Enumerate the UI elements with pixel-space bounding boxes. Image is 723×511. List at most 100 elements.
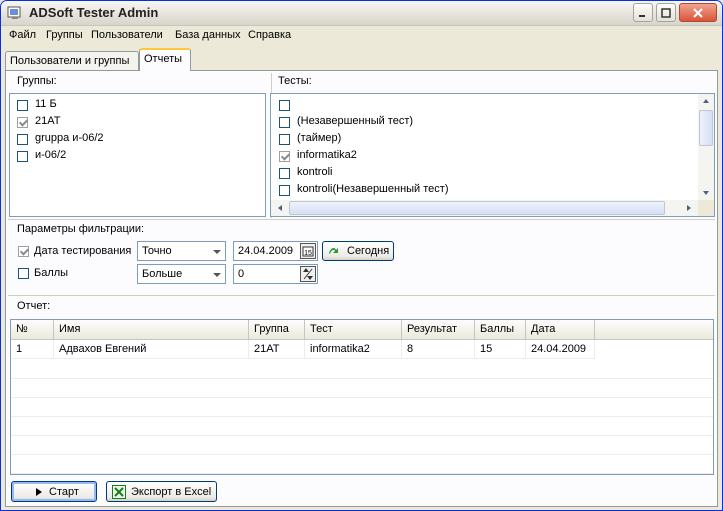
close-button[interactable] bbox=[679, 3, 717, 22]
group-label-1: 21АТ bbox=[35, 115, 61, 127]
group-label-0: 11 Б bbox=[35, 98, 57, 110]
test-label-1: (Незавершенный тест) bbox=[297, 115, 414, 127]
table-cell-test[interactable]: informatika2 bbox=[305, 340, 402, 359]
divider bbox=[8, 219, 715, 220]
test-checkbox-3[interactable] bbox=[279, 151, 290, 162]
table-cell-group[interactable]: 21АТ bbox=[249, 340, 305, 359]
grid-line bbox=[11, 473, 713, 474]
groups-list[interactable]: 11 Б 21АТ gruppa и-06/2 и-06/2 bbox=[9, 93, 266, 217]
filter-title: Параметры фильтрации: bbox=[17, 223, 145, 235]
column-header-date[interactable]: Дата bbox=[526, 320, 595, 339]
test-label-5: kontroli(Незавершенный тест) bbox=[297, 183, 449, 195]
table-cell-score[interactable]: 15 bbox=[475, 340, 526, 359]
grid-line bbox=[11, 435, 713, 436]
report-table-header: № Имя Группа Тест Результат Баллы Дата bbox=[11, 320, 713, 340]
table-cell-result[interactable]: 8 bbox=[402, 340, 475, 359]
start-button[interactable]: Старт bbox=[11, 481, 97, 502]
test-label-4: kontroli bbox=[297, 166, 333, 178]
test-label-3: informatika2 bbox=[297, 149, 357, 161]
date-filter-checkbox[interactable] bbox=[18, 246, 29, 257]
tests-title: Тесты: bbox=[278, 75, 312, 87]
report-title: Отчет: bbox=[17, 300, 51, 312]
score-input[interactable]: 0 bbox=[233, 264, 318, 284]
tests-list[interactable]: (Незавершенный тест) (таймер) informatik… bbox=[270, 93, 715, 217]
export-excel-label: Экспорт в Excel bbox=[131, 486, 212, 498]
play-icon bbox=[36, 488, 42, 496]
chevron-down-icon bbox=[213, 250, 221, 254]
scroll-down-icon[interactable] bbox=[698, 186, 714, 200]
score-filter-checkbox[interactable] bbox=[18, 268, 29, 279]
window-title: ADSoft Tester Admin bbox=[29, 5, 159, 20]
date-input[interactable]: 24.04.2009 15 bbox=[233, 241, 318, 261]
test-label-2: (таймер) bbox=[297, 132, 342, 144]
tab-users-groups[interactable]: Пользователи и группы bbox=[5, 51, 139, 70]
maximize-button[interactable] bbox=[656, 3, 676, 22]
column-header-number[interactable]: № bbox=[11, 320, 54, 339]
date-mode-select[interactable]: Точно bbox=[137, 241, 226, 261]
group-checkbox-1[interactable] bbox=[17, 117, 28, 128]
score-filter-label: Баллы bbox=[34, 267, 69, 279]
scroll-right-icon[interactable] bbox=[680, 200, 696, 216]
tests-vscroll-thumb[interactable] bbox=[699, 110, 713, 146]
test-checkbox-5[interactable] bbox=[279, 185, 290, 196]
score-mode-select[interactable]: Больше bbox=[137, 264, 226, 284]
column-header-group[interactable]: Группа bbox=[249, 320, 305, 339]
column-header-result[interactable]: Результат bbox=[402, 320, 475, 339]
test-checkbox-4[interactable] bbox=[279, 168, 290, 179]
group-checkbox-0[interactable] bbox=[17, 100, 28, 111]
maximize-icon bbox=[661, 8, 671, 18]
chevron-down-icon bbox=[213, 273, 221, 277]
group-label-2: gruppa и-06/2 bbox=[35, 132, 104, 144]
table-cell-number[interactable]: 1 bbox=[11, 340, 54, 359]
menu-file[interactable]: Файл bbox=[9, 29, 36, 41]
report-table[interactable]: № Имя Группа Тест Результат Баллы Дата 1… bbox=[10, 319, 714, 475]
column-header-test[interactable]: Тест bbox=[305, 320, 402, 339]
tests-hscrollbar[interactable] bbox=[271, 200, 698, 216]
svg-text:15: 15 bbox=[304, 250, 312, 257]
grid-line bbox=[11, 416, 713, 417]
app-window: ADSoft Tester Admin Файл Группы Пользова… bbox=[0, 0, 723, 511]
export-excel-button[interactable]: Экспорт в Excel bbox=[106, 481, 217, 502]
minimize-icon bbox=[639, 15, 645, 17]
start-button-label: Старт bbox=[49, 486, 79, 498]
menu-groups[interactable]: Группы bbox=[46, 29, 83, 41]
tests-vscrollbar[interactable] bbox=[698, 94, 714, 200]
tab-reports[interactable]: Отчеты bbox=[139, 48, 191, 71]
table-cell-date[interactable]: 24.04.2009 bbox=[526, 340, 595, 359]
menu-help[interactable]: Справка bbox=[248, 29, 291, 41]
title-bar[interactable]: ADSoft Tester Admin bbox=[1, 1, 722, 26]
group-label-3: и-06/2 bbox=[35, 149, 67, 161]
refresh-icon bbox=[329, 248, 338, 254]
group-checkbox-3[interactable] bbox=[17, 151, 28, 162]
tests-hscroll-thumb[interactable] bbox=[289, 201, 665, 215]
date-value: 24.04.2009 bbox=[238, 245, 294, 257]
test-checkbox-0[interactable] bbox=[279, 100, 290, 111]
score-value: 0 bbox=[238, 268, 245, 280]
table-cell-name[interactable]: Адвахов Евгений bbox=[54, 340, 249, 359]
app-icon bbox=[7, 6, 21, 19]
close-icon bbox=[693, 8, 703, 18]
groups-title: Группы: bbox=[17, 75, 57, 87]
tab-strip: Пользователи и группы Отчеты bbox=[5, 48, 720, 71]
test-checkbox-1[interactable] bbox=[279, 117, 290, 128]
column-header-name[interactable]: Имя bbox=[54, 320, 249, 339]
group-checkbox-2[interactable] bbox=[17, 134, 28, 145]
menu-users[interactable]: Пользователи bbox=[91, 29, 163, 41]
test-checkbox-2[interactable] bbox=[279, 134, 290, 145]
date-mode-value: Точно bbox=[142, 245, 172, 257]
today-button[interactable]: Сегодня bbox=[322, 241, 394, 261]
scroll-up-icon[interactable] bbox=[698, 94, 714, 108]
grid-line bbox=[11, 378, 713, 379]
excel-icon bbox=[112, 485, 126, 499]
column-header-score[interactable]: Баллы bbox=[475, 320, 526, 339]
date-filter-label: Дата тестирования bbox=[34, 245, 132, 257]
grid-line bbox=[11, 397, 713, 398]
menu-bar: Файл Группы Пользователи База данных Спр… bbox=[1, 26, 722, 46]
today-button-label: Сегодня bbox=[347, 245, 390, 257]
scroll-left-icon[interactable] bbox=[273, 200, 289, 216]
minimize-button[interactable] bbox=[633, 3, 653, 22]
divider bbox=[8, 295, 715, 296]
menu-database[interactable]: База данных bbox=[175, 29, 241, 41]
spinner-icon[interactable] bbox=[300, 266, 316, 282]
calendar-icon[interactable]: 15 bbox=[300, 243, 316, 259]
